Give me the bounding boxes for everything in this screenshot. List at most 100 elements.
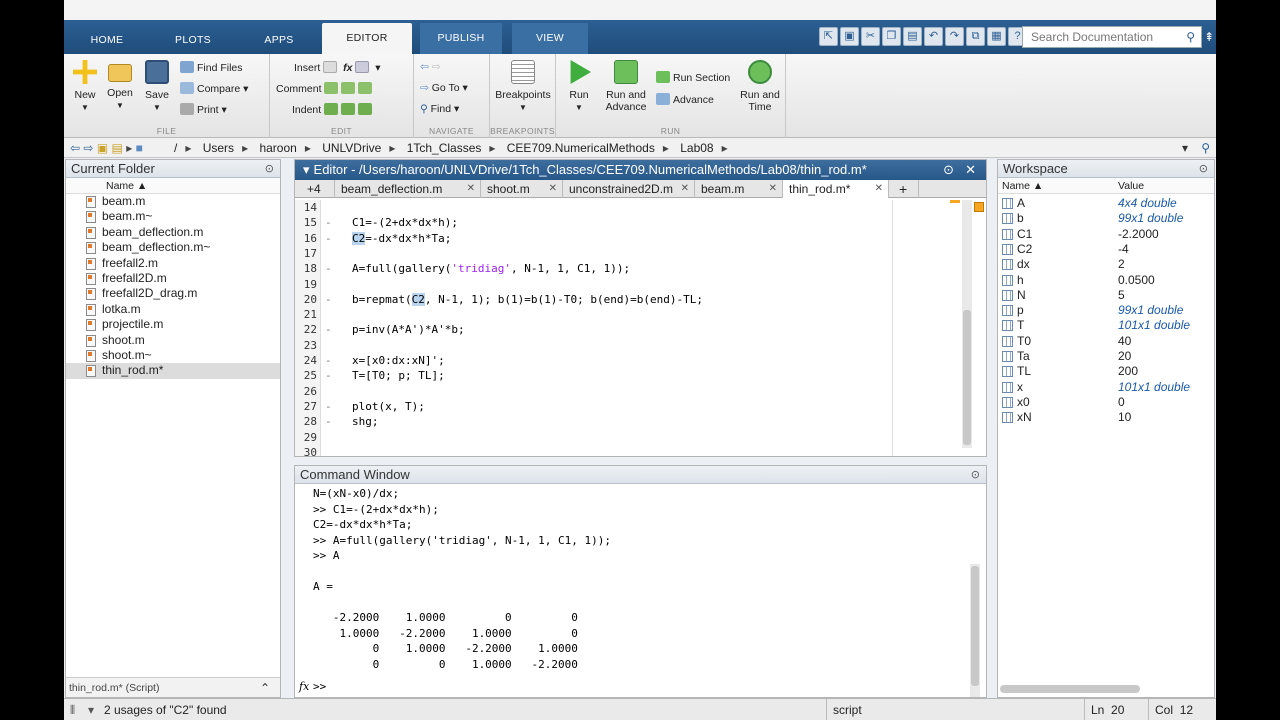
- code-line[interactable]: 27- plot(x, T);: [295, 399, 955, 414]
- workspace-variable[interactable]: A 4x4 double: [998, 196, 1214, 211]
- workspace-variable[interactable]: p 99x1 double: [998, 303, 1214, 318]
- tab-publish[interactable]: PUBLISH: [420, 23, 502, 54]
- file-item[interactable]: freefall2D.m: [66, 271, 280, 286]
- file-item[interactable]: freefall2D_drag.m: [66, 286, 280, 301]
- comment-button[interactable]: Comment: [276, 82, 375, 95]
- run-section-button[interactable]: Run Section: [656, 71, 730, 84]
- file-item[interactable]: shoot.m: [66, 333, 280, 348]
- panel-menu-icon[interactable]: ⊙: [265, 160, 274, 178]
- editor-tab[interactable]: unconstrained2D.m ✕: [563, 180, 695, 198]
- tab-editor[interactable]: EDITOR: [322, 23, 412, 54]
- collapse-toolstrip-icon[interactable]: ⇞: [1204, 30, 1214, 44]
- cut-icon[interactable]: ✂: [861, 27, 880, 46]
- panel-menu-icon[interactable]: ⊙: [971, 466, 980, 484]
- name-column-header[interactable]: Name ▲: [1002, 178, 1043, 194]
- code-line[interactable]: 19: [295, 277, 955, 292]
- back-icon[interactable]: ⇦: [70, 141, 80, 155]
- file-item[interactable]: shoot.m~: [66, 348, 280, 363]
- code-line[interactable]: 16- C2=-dx*dx*h*Ta;: [295, 231, 955, 246]
- code-line[interactable]: 18- A=full(gallery('tridiag', N-1, 1, C1,…: [295, 261, 955, 276]
- undo-icon[interactable]: ↶: [924, 27, 943, 46]
- save-button[interactable]: Save ▼: [142, 60, 172, 113]
- editor-tab-active[interactable]: thin_rod.m* ✕: [783, 180, 889, 198]
- file-item[interactable]: beam.m: [66, 194, 280, 209]
- crumb[interactable]: Users: [203, 141, 234, 155]
- code-line[interactable]: 30: [295, 445, 955, 460]
- value-column-header[interactable]: Value: [1118, 178, 1144, 194]
- save-icon[interactable]: ▣: [840, 27, 859, 46]
- close-tab-icon[interactable]: ✕: [875, 180, 883, 198]
- workspace-variable[interactable]: b 99x1 double: [998, 211, 1214, 226]
- forward-arrow-icon[interactable]: ⇨: [432, 61, 441, 73]
- file-item[interactable]: beam_deflection.m~: [66, 240, 280, 255]
- workspace-variable[interactable]: x0 0: [998, 395, 1214, 410]
- workspace-variable[interactable]: x 101x1 double: [998, 380, 1214, 395]
- crumb[interactable]: Lab08: [680, 141, 713, 155]
- editor-tab[interactable]: beam_deflection.m ✕: [335, 180, 481, 198]
- close-tab-icon[interactable]: ✕: [467, 180, 475, 198]
- breakpoints-button[interactable]: Breakpoints ▼: [492, 60, 554, 113]
- forward-icon[interactable]: ⇨: [83, 141, 93, 155]
- workspace-variable[interactable]: T 101x1 double: [998, 318, 1214, 333]
- workspace-variable[interactable]: Ta 20: [998, 349, 1214, 364]
- new-button[interactable]: New ▼: [70, 60, 100, 113]
- print-button[interactable]: Print ▾: [180, 103, 227, 116]
- panel-menu-icon[interactable]: ⊙: [1199, 160, 1208, 178]
- more-tabs-button[interactable]: +4: [295, 180, 335, 198]
- code-line[interactable]: 20- b=repmat(C2, N-1, 1); b(1)=b(1)-T0; b…: [295, 292, 955, 307]
- browse-folder-icon[interactable]: ▤: [112, 141, 123, 155]
- advance-button[interactable]: Advance: [656, 93, 714, 106]
- code-line[interactable]: 22- p=inv(A*A')*A'*b;: [295, 322, 955, 337]
- code-line[interactable]: 26: [295, 384, 955, 399]
- code-line[interactable]: 24- x=[x0:dx:xN]';: [295, 353, 955, 368]
- breakpoint-marker[interactable]: -: [325, 353, 332, 368]
- collapse-editor-icon[interactable]: ▾: [303, 162, 310, 177]
- code-line[interactable]: 21: [295, 307, 955, 322]
- breakpoint-marker[interactable]: -: [325, 215, 332, 230]
- code-line[interactable]: 29: [295, 430, 955, 445]
- command-prompt[interactable]: >>: [313, 679, 326, 695]
- close-tab-icon[interactable]: ✕: [549, 180, 557, 198]
- compare-button[interactable]: Compare ▾: [180, 82, 248, 95]
- name-column-header[interactable]: Name ▲: [66, 178, 280, 194]
- code-line[interactable]: 25- T=[T0; p; TL];: [295, 368, 955, 383]
- workspace-variable[interactable]: TL 200: [998, 364, 1214, 379]
- crumb[interactable]: UNLVDrive: [322, 141, 381, 155]
- run-button[interactable]: Run ▼: [562, 60, 596, 113]
- insert-button[interactable]: Insert fx ▾: [294, 61, 381, 74]
- search-icon[interactable]: ⚲: [1186, 27, 1195, 47]
- run-and-advance-button[interactable]: Run and Advance: [602, 60, 650, 113]
- redo-icon[interactable]: ↷: [945, 27, 964, 46]
- close-editor-icon[interactable]: ✕: [965, 160, 976, 180]
- expand-details-icon[interactable]: ⌃: [260, 678, 270, 698]
- breakpoint-marker[interactable]: -: [325, 261, 332, 276]
- file-item[interactable]: freefall2.m: [66, 256, 280, 271]
- crumb[interactable]: haroon: [259, 141, 296, 155]
- search-documentation-input[interactable]: Search Documentation ⚲: [1022, 26, 1202, 48]
- indent-button[interactable]: Indent: [292, 103, 375, 116]
- file-item[interactable]: beam_deflection.m: [66, 225, 280, 240]
- code-line[interactable]: 17: [295, 246, 955, 261]
- editor-scrollbar[interactable]: [962, 200, 972, 448]
- undock-icon[interactable]: ⇱: [819, 27, 838, 46]
- back-forward-buttons[interactable]: ⇦ ⇨: [420, 61, 441, 73]
- tab-home[interactable]: HOME: [72, 26, 142, 54]
- crumb-root[interactable]: /: [174, 141, 177, 155]
- command-scrollbar[interactable]: [970, 564, 980, 697]
- workspace-variable[interactable]: xN 10: [998, 410, 1214, 425]
- layout-icon[interactable]: ▦: [987, 27, 1006, 46]
- editor-menu-icon[interactable]: ⊙: [943, 160, 954, 180]
- fx-icon[interactable]: fx: [299, 679, 309, 695]
- code-line[interactable]: 28- shg;: [295, 414, 955, 429]
- command-output[interactable]: N=(xN-x0)/dx; >> C1=-(2+dx*dx*h); C2=-dx*d…: [295, 484, 986, 697]
- scrollbar-thumb[interactable]: [963, 310, 971, 445]
- code-line[interactable]: 14: [295, 200, 955, 215]
- workspace-variable[interactable]: C2 -4: [998, 242, 1214, 257]
- file-item[interactable]: lotka.m: [66, 302, 280, 317]
- tab-plots[interactable]: PLOTS: [154, 26, 232, 54]
- crumb[interactable]: 1Tch_Classes: [407, 141, 482, 155]
- scrollbar-thumb[interactable]: [971, 566, 979, 686]
- breakpoint-marker[interactable]: -: [325, 322, 332, 337]
- breakpoint-marker[interactable]: -: [325, 231, 332, 246]
- workspace-variable[interactable]: C1 -2.2000: [998, 227, 1214, 242]
